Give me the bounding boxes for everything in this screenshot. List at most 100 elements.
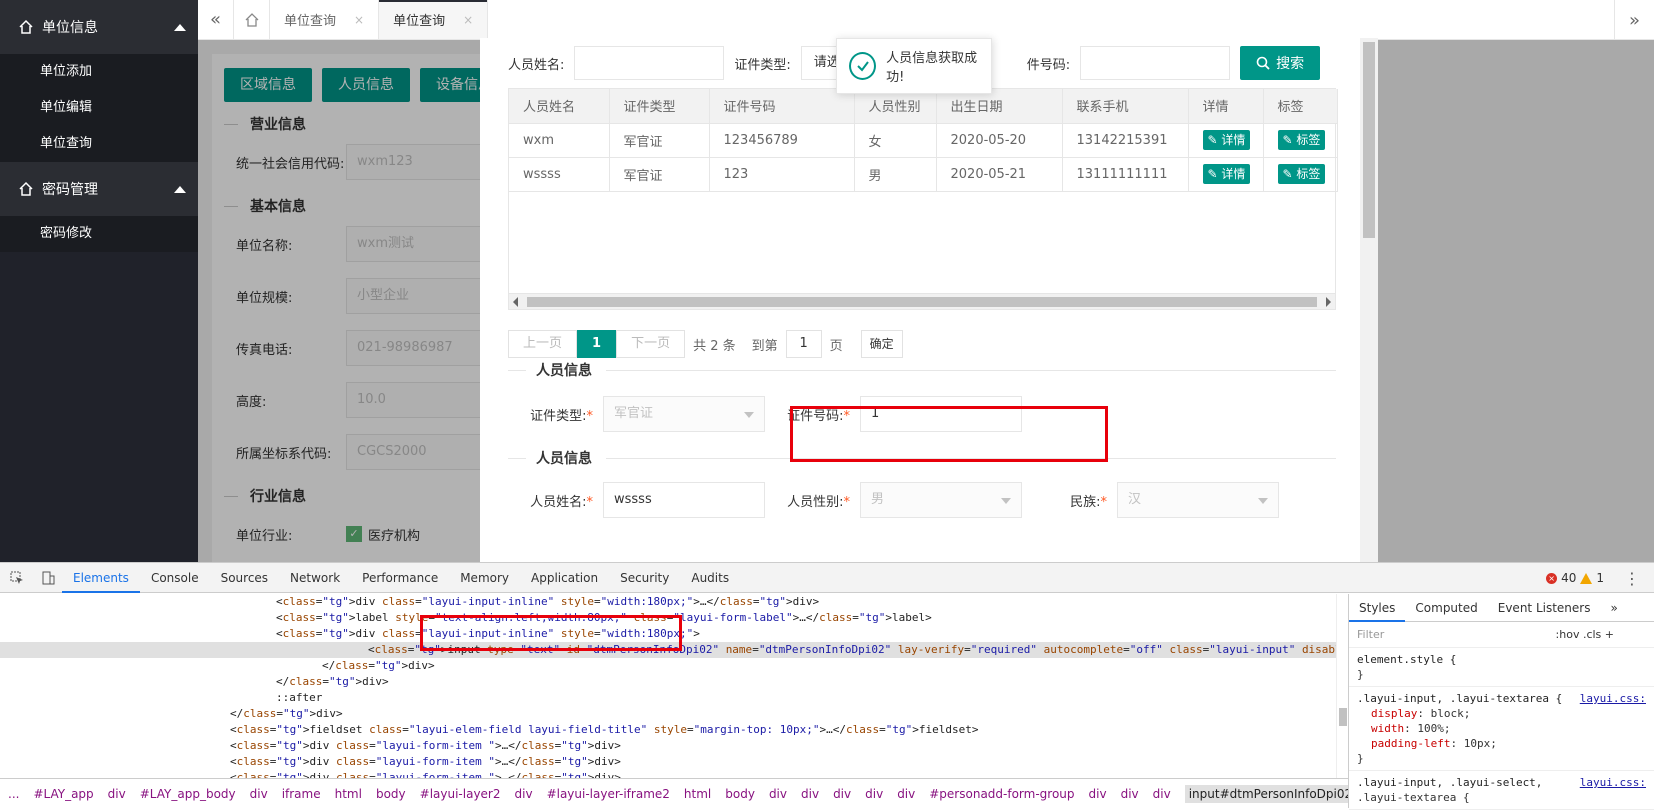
breadcrumb-item[interactable]: html xyxy=(335,787,362,801)
tab-sources[interactable]: Sources xyxy=(210,563,279,593)
column-header[interactable]: 联系手机 xyxy=(1062,89,1189,124)
more-tabs-icon[interactable]: » xyxy=(1600,594,1627,622)
breadcrumb-item[interactable]: div xyxy=(250,787,268,801)
column-header[interactable]: 证件类型 xyxy=(609,89,710,124)
tab-network[interactable]: Network xyxy=(279,563,351,593)
arrow-left-icon[interactable] xyxy=(513,297,518,307)
inspect-icon[interactable] xyxy=(0,563,34,593)
gender-select[interactable]: 男 xyxy=(860,482,1022,518)
tag-button[interactable]: ✎ 标签 xyxy=(1277,164,1326,184)
scroll-right-icon[interactable]: » xyxy=(1614,0,1654,40)
tab-audits[interactable]: Audits xyxy=(680,563,740,593)
sidebar-item-password-change[interactable]: 密码修改 xyxy=(0,216,198,252)
css-property[interactable]: width: 100%; xyxy=(1357,721,1646,736)
breadcrumb-item[interactable]: div xyxy=(1089,787,1107,801)
search-name-input[interactable] xyxy=(574,46,725,80)
idtype-select[interactable]: 军官证 xyxy=(603,396,765,432)
error-warning-counter[interactable]: × 40 1 xyxy=(1546,571,1604,585)
tab-computed[interactable]: Computed xyxy=(1405,594,1487,622)
breadcrumb-item[interactable]: div xyxy=(865,787,883,801)
more-options-icon[interactable]: ⋮ xyxy=(1624,569,1640,588)
scrollbar-thumb[interactable] xyxy=(1339,708,1347,726)
detail-button[interactable]: ✎ 详情 xyxy=(1202,130,1251,150)
sidebar-item-unit-add[interactable]: 单位添加 xyxy=(0,54,198,90)
css-rule[interactable]: layui.css: .layui-input, .layui-select, .l… xyxy=(1349,771,1654,810)
breadcrumb-item[interactable]: div xyxy=(515,787,533,801)
close-icon[interactable]: × xyxy=(463,13,473,27)
dialog-scrollbar[interactable] xyxy=(1360,38,1378,562)
rule-source-link[interactable]: layui.css: xyxy=(1580,775,1646,790)
breadcrumb-item[interactable]: ... xyxy=(8,787,19,801)
breadcrumb-item[interactable]: #layui-layer-iframe2 xyxy=(547,787,670,801)
home-tab-icon[interactable] xyxy=(234,0,270,39)
breadcrumb-item[interactable]: #layui-layer2 xyxy=(420,787,501,801)
page-number-input[interactable]: 1 xyxy=(785,330,822,358)
breadcrumb-item[interactable]: body xyxy=(725,787,755,801)
tab-console[interactable]: Console xyxy=(140,563,210,593)
close-icon[interactable]: × xyxy=(354,13,364,27)
table-horizontal-scrollbar[interactable] xyxy=(509,293,1335,309)
filter-input[interactable]: Filter xyxy=(1357,628,1384,641)
dom-line[interactable]: </class="tg">div> xyxy=(0,658,1340,674)
dom-line[interactable]: <class="tg">div class="layui-input-inlin… xyxy=(0,594,1340,610)
detail-button[interactable]: ✎ 详情 xyxy=(1202,164,1251,184)
tab-styles[interactable]: Styles xyxy=(1349,594,1406,622)
column-header[interactable]: 详情 xyxy=(1188,89,1264,124)
scrollbar-thumb[interactable] xyxy=(527,297,1317,307)
column-header[interactable]: 证件号码 xyxy=(709,89,855,124)
person-name-input[interactable]: wssss xyxy=(603,482,765,518)
dom-line[interactable]: </class="tg">div> xyxy=(0,674,1340,690)
breadcrumb-item[interactable]: html xyxy=(684,787,711,801)
dom-line[interactable]: <class="tg">div class="layui-form-item "… xyxy=(0,738,1340,754)
ethnic-select[interactable]: 汉 xyxy=(1117,482,1279,518)
device-toggle-icon[interactable] xyxy=(34,563,62,593)
sidebar-item-unit-query[interactable]: 单位查询 xyxy=(0,126,198,162)
tab-unit-query-1[interactable]: 单位查询 × xyxy=(270,0,380,39)
tab-memory[interactable]: Memory xyxy=(449,563,520,593)
breadcrumb-item[interactable]: body xyxy=(376,787,406,801)
tab-elements[interactable]: Elements xyxy=(62,563,140,593)
search-idtype-select[interactable]: 请选 xyxy=(800,46,841,80)
tab-security[interactable]: Security xyxy=(609,563,680,593)
dom-line[interactable]: <class="tg">div class="layui-form-item "… xyxy=(0,754,1340,770)
column-header[interactable]: 标签 xyxy=(1263,89,1338,124)
breadcrumb-item[interactable]: div xyxy=(833,787,851,801)
tab-unit-query-2[interactable]: 单位查询 × xyxy=(379,0,489,39)
next-page-button[interactable]: 下一页 xyxy=(616,330,686,358)
breadcrumb-item[interactable]: #personadd-form-group xyxy=(929,787,1074,801)
scrollbar-thumb[interactable] xyxy=(1363,42,1375,238)
breadcrumb-item[interactable]: div xyxy=(801,787,819,801)
page-1-button[interactable]: 1 xyxy=(577,330,617,358)
search-button[interactable]: 搜索 xyxy=(1240,46,1321,80)
css-rule[interactable]: element.style {} xyxy=(1349,648,1654,687)
tab-performance[interactable]: Performance xyxy=(351,563,449,593)
dom-line[interactable]: <class="tg">fieldset class="layui-elem-f… xyxy=(0,722,1340,738)
page-confirm-button[interactable]: 确定 xyxy=(860,330,903,358)
sidebar-item-unit-edit[interactable]: 单位编辑 xyxy=(0,90,198,126)
breadcrumb-item[interactable]: input#dtmPersonInfoDpi02.layui-input xyxy=(1184,784,1348,803)
css-rule[interactable]: layui.css: .layui-input, .layui-textarea … xyxy=(1349,687,1654,771)
dom-line[interactable]: ::after xyxy=(0,690,1340,706)
tab-event-listeners[interactable]: Event Listeners xyxy=(1488,594,1601,622)
menu-title-password[interactable]: 密码管理 xyxy=(0,162,198,216)
column-header[interactable]: 出生日期 xyxy=(936,89,1063,124)
search-idno-input[interactable] xyxy=(1080,46,1231,80)
breadcrumb-item[interactable]: iframe xyxy=(282,787,321,801)
breadcrumb-item[interactable]: div xyxy=(108,787,126,801)
tab-application[interactable]: Application xyxy=(520,563,609,593)
prev-page-button[interactable]: 上一页 xyxy=(508,330,578,358)
filter-buttons[interactable]: :hov .cls + xyxy=(1556,628,1614,641)
menu-title-unit-info[interactable]: 单位信息 xyxy=(0,0,198,54)
breadcrumb-item[interactable]: #LAY_app xyxy=(33,787,93,801)
css-property[interactable]: display: block; xyxy=(1357,706,1646,721)
dom-tree-scrollbar[interactable] xyxy=(1336,594,1348,779)
table-row[interactable]: wxm 军官证 123456789 女 2020-05-20 131422153… xyxy=(509,123,1338,158)
breadcrumb-item[interactable]: div xyxy=(897,787,915,801)
rule-source-link[interactable]: layui.css: xyxy=(1580,691,1646,706)
breadcrumb-item[interactable]: div xyxy=(1153,787,1171,801)
breadcrumb-item[interactable]: div xyxy=(1121,787,1139,801)
tag-button[interactable]: ✎ 标签 xyxy=(1277,130,1326,150)
dom-line[interactable]: </class="tg">div> xyxy=(0,706,1340,722)
breadcrumb-item[interactable]: #LAY_app_body xyxy=(140,787,236,801)
column-header[interactable]: 人员姓名 xyxy=(509,89,610,124)
